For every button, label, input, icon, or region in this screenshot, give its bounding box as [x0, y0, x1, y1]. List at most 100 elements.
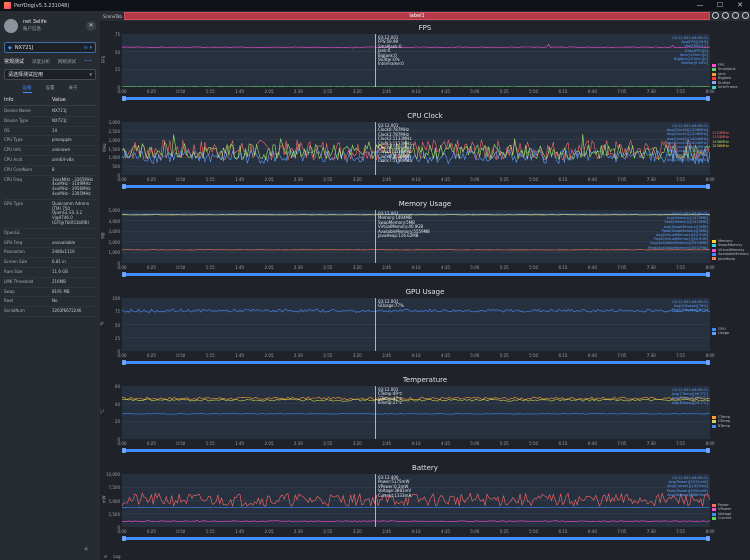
x-tick-label: 0:00	[117, 265, 127, 270]
close-icon[interactable]: ✕	[86, 20, 96, 31]
tab-device[interactable]: 设备	[22, 85, 32, 93]
range-end-handle[interactable]	[706, 96, 710, 101]
x-tick-label: 6:15	[558, 265, 568, 270]
tab-normal-test[interactable]: 常规测试	[4, 58, 24, 65]
range-end-handle[interactable]	[706, 536, 710, 541]
range-end-handle[interactable]	[706, 272, 710, 277]
avatar[interactable]	[4, 18, 18, 33]
x-tick-label: 5:25	[499, 265, 509, 270]
x-tick-label: 2:55	[323, 177, 333, 182]
chart-panel-cpu: CPU Clock MHz 3,000 2,500 2,000 1,500 1,000 500…	[100, 111, 750, 199]
time-range-slider[interactable]	[122, 536, 710, 541]
time-range-slider[interactable]	[122, 272, 710, 277]
info-row: Device Name NX721J	[4, 107, 96, 117]
range-start-handle[interactable]	[122, 536, 126, 541]
tab-settings[interactable]: 设置	[46, 85, 55, 93]
android-icon: ◆	[8, 44, 12, 51]
cursor-line[interactable]	[375, 298, 376, 351]
info-value: Qualcomm Adreno (TM) 750 OpenGL ES 3.2 V…	[52, 200, 90, 225]
range-end-handle[interactable]	[706, 448, 710, 453]
legend-swatch	[712, 239, 716, 243]
range-statistics: 03:12.001-08:00.01 Avg(Power)[5375mW] Av…	[666, 476, 708, 497]
x-tick-label: 3:20	[352, 89, 362, 94]
refresh-icon[interactable]: ⟳	[104, 554, 107, 559]
range-end-handle[interactable]	[706, 360, 710, 365]
more-icon[interactable]: •••	[84, 59, 92, 64]
cursor-line[interactable]	[375, 386, 376, 439]
info-key: LMK Threshold	[4, 278, 34, 284]
info-value: unknown	[52, 147, 71, 153]
account-info-link[interactable]: 账户信息	[23, 26, 47, 33]
plot-area[interactable]: 03:12.001 CTemp:49℃ GTemp:47℃ BTemp:27℃ 0…	[122, 386, 710, 439]
x-tick-label: 2:05	[264, 353, 274, 358]
range-end-handle[interactable]	[706, 184, 710, 189]
x-tick-label: 1:15	[205, 529, 215, 534]
info-row: Resolution 2480x1116	[4, 248, 96, 259]
plot-area[interactable]: 03:12.400 Power:5175mW VPower:0.1mW Volt…	[122, 474, 710, 527]
range-start-handle[interactable]	[122, 96, 126, 101]
info-value: unavailable	[52, 239, 76, 245]
y-tick-label: 2,000	[108, 137, 120, 143]
maximize-button[interactable]: ☐	[710, 0, 730, 11]
legend-swatch	[712, 332, 716, 336]
time-range-slider[interactable]	[122, 360, 710, 365]
info-row: SerialNum 3263f6672246	[4, 307, 96, 317]
range-start-handle[interactable]	[122, 184, 126, 189]
info-row: Root No	[4, 297, 96, 308]
range-start-handle[interactable]	[122, 360, 126, 365]
device-name: NX721J	[14, 44, 34, 51]
cursor-line[interactable]	[375, 34, 376, 87]
location-icon[interactable]	[712, 12, 719, 19]
x-tick-label: 5:50	[529, 89, 539, 94]
legend-item[interactable]: JavaHeap	[712, 257, 749, 261]
tab-network-test[interactable]: 网络测试	[58, 59, 76, 65]
minimize-button[interactable]: —	[690, 0, 710, 11]
cursor-line[interactable]	[375, 474, 376, 527]
series-line-0	[122, 492, 710, 508]
log-button[interactable]: Log	[113, 554, 120, 559]
label-bar[interactable]: label1	[124, 12, 710, 20]
x-tick-label: 7:30	[646, 265, 656, 270]
legend-item[interactable]: BTemp	[712, 424, 730, 428]
x-tick-label: 1:15	[205, 353, 215, 358]
x-tick-label: 4:35	[440, 441, 450, 446]
close-button[interactable]: ✕	[730, 0, 750, 11]
legend-item[interactable]: InterFrame	[712, 85, 738, 89]
x-axis-ticks: 0:00 0:25 0:50 1:15 1:40 2:05 2:30 2:55 3:20 3:45…	[118, 89, 715, 95]
x-tick-label: 8:00	[705, 89, 715, 94]
info-row: CPU CoreNum 8	[4, 166, 96, 176]
info-key: OS	[4, 127, 10, 133]
time-range-slider[interactable]	[122, 96, 710, 101]
y-tick-label: 500	[112, 164, 120, 170]
device-select[interactable]: ◆ NX721J ≋ ▾	[4, 42, 96, 53]
chart-panel-gpu: GPU Usage% 100 75 50 25 0 03:12.001 GUsage:77%…	[99, 287, 750, 375]
time-range-slider[interactable]	[122, 184, 710, 189]
y-tick-label: 7,500	[108, 485, 120, 491]
info-key: CPU Arch	[4, 156, 23, 162]
collapse-sidebar-icon[interactable]: «	[84, 545, 88, 553]
info-value: No	[52, 298, 58, 304]
cursor-line[interactable]	[375, 122, 376, 175]
cursor-line[interactable]	[375, 210, 376, 263]
plot-area[interactable]: 03:12.001 Clock0:787MHz Clock1:787MHz Cl…	[122, 122, 710, 175]
delete-icon[interactable]	[742, 12, 749, 19]
range-statistics: 03:12.001-08:00.01 Avg(Clock0)[1208MHz] …	[666, 124, 708, 162]
tab-about[interactable]: 关于	[69, 85, 78, 93]
legend-item[interactable]: Usage	[712, 331, 729, 335]
y-tick-label: 100	[112, 296, 120, 301]
tab-deep-analysis[interactable]: 深度分析	[32, 59, 50, 65]
plot-area[interactable]: 03:12.001 FPS:59.99 SmallJank:0 Jank:0 B…	[122, 34, 710, 87]
time-range-slider[interactable]	[122, 448, 710, 453]
range-start-handle[interactable]	[122, 448, 126, 453]
x-tick-label: 3:45	[382, 529, 392, 534]
settings-icon[interactable]	[722, 12, 729, 19]
chart-title: Temperature	[402, 376, 448, 384]
range-start-handle[interactable]	[122, 272, 126, 277]
plot-area[interactable]: 03:12.001 GUsage:77% 03:12.001-08:00.01 A…	[122, 298, 710, 351]
plot-area[interactable]: 03:12.001 Memory:1494MB SwapMemory:5MB V…	[122, 210, 710, 263]
legend-item[interactable]: Current	[712, 516, 732, 520]
app-select[interactable]: 请选择测试应用 ▾	[4, 69, 96, 80]
scene-tab[interactable]: SceneTab	[100, 14, 124, 19]
export-icon[interactable]	[732, 12, 739, 19]
x-tick-label: 5:25	[499, 441, 509, 446]
